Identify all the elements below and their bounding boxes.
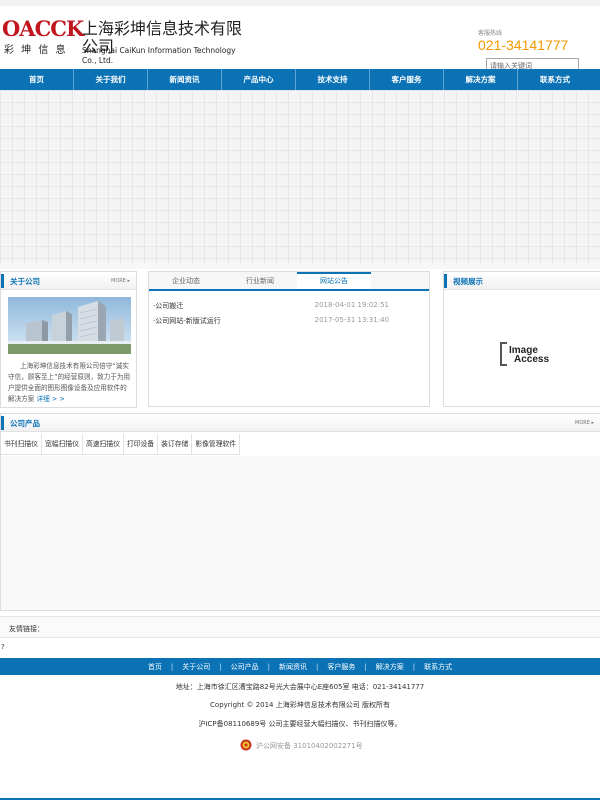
news-item: ·公司搬迁 2018-04-01 19:02:51: [153, 301, 389, 315]
police-badge-icon: [240, 739, 252, 751]
header-accent-bar: [1, 274, 4, 288]
nav-item-service[interactable]: 客户服务: [370, 69, 444, 90]
news-item-title[interactable]: ·公司搬迁: [153, 301, 183, 311]
news-item-date: 2017-05-31 13:31:40: [314, 316, 389, 324]
footer-link-service[interactable]: 客户服务: [318, 662, 364, 672]
footer-copyright: Copyright © 2014 上海彩坤信息技术有限公司 版权所有: [210, 701, 390, 709]
footer-link-about[interactable]: 关于公司: [173, 662, 219, 672]
footer-link-news[interactable]: 新闻资讯: [270, 662, 316, 672]
product-tab[interactable]: 影像管理软件: [192, 434, 241, 454]
news-panel: 企业动态 行业新闻 网站公告 ·公司搬迁 2018-04-01 19:02:51…: [148, 271, 430, 407]
nav-item-news[interactable]: 新闻资讯: [148, 69, 222, 90]
about-panel-header: 关于公司 MORE ▸: [1, 272, 136, 290]
hotline-number: 021-34141777: [478, 37, 569, 53]
product-tab[interactable]: 书刊扫描仪: [1, 434, 42, 454]
footer-link-solutions[interactable]: 解决方案: [367, 662, 413, 672]
site-header: OACCK 上海彩坤信息技术有限公司 彩 坤 信 息 Shanghai CaiK…: [0, 6, 600, 73]
about-text: 上海彩坤信息技术有限公司倍守“诚实守信，顾客至上”的经营原则，致力于为用户提供全…: [8, 361, 133, 405]
nav-item-home[interactable]: 首页: [0, 69, 74, 90]
video-title: 视频展示: [453, 277, 483, 286]
logo-text-line2: Access: [514, 354, 550, 365]
video-panel-header: 视频展示: [444, 272, 600, 290]
main-nav: 首页 关于我们 新闻资讯 产品中心 技术支持 客户服务 解决方案 联系方式: [0, 69, 600, 90]
logo-subtitle: 彩 坤 信 息: [4, 45, 68, 56]
about-title: 关于公司: [10, 277, 40, 286]
product-tabs: 书刊扫描仪 宽幅扫描仪 高速扫描仪 打印设备 装订存储 影像管理软件: [1, 434, 241, 455]
police-record[interactable]: 沪公网安备 31010402002271号: [256, 741, 363, 751]
video-panel: 视频展示 Image Access: [443, 271, 600, 407]
products-panel: 公司产品 MORE ▸ 书刊扫描仪 宽幅扫描仪 高速扫描仪 打印设备 装订存储 …: [0, 413, 600, 611]
product-tab[interactable]: 宽幅扫描仪: [42, 434, 83, 454]
about-description: 上海彩坤信息技术有限公司倍守“诚实守信，顾客至上”的经营原则，致力于为用户提供全…: [8, 362, 131, 403]
news-item-title[interactable]: ·公司网站-新版试运行: [153, 316, 221, 326]
friend-links-label: 友情链接：: [9, 625, 44, 633]
header-accent-bar: [1, 416, 4, 430]
tab-announcements[interactable]: 网站公告: [297, 272, 371, 289]
banner-bottom-band: [0, 263, 600, 269]
stray-character: ?: [1, 643, 5, 651]
product-tab[interactable]: 高速扫描仪: [83, 434, 124, 454]
nav-item-products[interactable]: 产品中心: [222, 69, 296, 90]
nav-item-solutions[interactable]: 解决方案: [444, 69, 518, 90]
footer-link-contact[interactable]: 联系方式: [415, 662, 461, 672]
footer-link-home[interactable]: 首页: [139, 662, 171, 672]
product-tab[interactable]: 打印设备: [124, 434, 159, 454]
logo-english-name: Shanghai CaiKun Information Technology C…: [82, 46, 236, 65]
company-building-image: [8, 297, 131, 354]
about-more-link[interactable]: MORE ▸: [111, 278, 130, 284]
footer-icp: 沪ICP备08110689号 公司主要经营大幅扫描仪、书刊扫描仪等。: [198, 720, 402, 728]
logo-mark: OACCK: [2, 16, 84, 41]
news-item: ·公司网站-新版试运行 2017-05-31 13:31:40: [153, 316, 389, 330]
nav-item-support[interactable]: 技术支持: [296, 69, 370, 90]
news-tabs: 企业动态 行业新闻 网站公告: [149, 272, 429, 291]
detail-link[interactable]: 详细 > >: [36, 395, 64, 403]
image-access-logo[interactable]: Image Access: [500, 340, 580, 372]
banner-area: [0, 90, 600, 263]
news-item-date: 2018-04-01 19:02:51: [314, 301, 389, 309]
products-more-link[interactable]: MORE ▸: [575, 420, 594, 426]
tab-industry-news[interactable]: 行业新闻: [223, 272, 297, 289]
nav-item-contact[interactable]: 联系方式: [518, 69, 592, 90]
header-accent-bar: [444, 274, 447, 288]
nav-item-about[interactable]: 关于我们: [74, 69, 148, 90]
company-logo[interactable]: OACCK 上海彩坤信息技术有限公司 彩 坤 信 息 Shanghai CaiK…: [2, 16, 252, 66]
tab-company-news[interactable]: 企业动态: [149, 272, 223, 289]
products-content: [1, 456, 600, 610]
products-title: 公司产品: [10, 419, 40, 428]
products-panel-header: 公司产品 MORE ▸: [1, 414, 600, 432]
footer-address: 地址：上海市徐汇区漕宝路82号光大会展中心E座605室 电话：021-34141…: [175, 683, 425, 691]
about-panel: 关于公司 MORE ▸ 上海彩坤信息技术有限公司倍守“诚实守信，顾客至上”的经营…: [0, 271, 137, 408]
footer-nav: 首页 | 关于公司 | 公司产品 | 新闻资讯 | 客户服务 | 解决方案 | 联系方式: [0, 658, 600, 675]
product-tab[interactable]: 装订存储: [158, 434, 193, 454]
footer-link-products[interactable]: 公司产品: [222, 662, 268, 672]
friend-links: 友情链接：: [0, 616, 600, 638]
hotline-label: 客服热线: [478, 30, 503, 37]
